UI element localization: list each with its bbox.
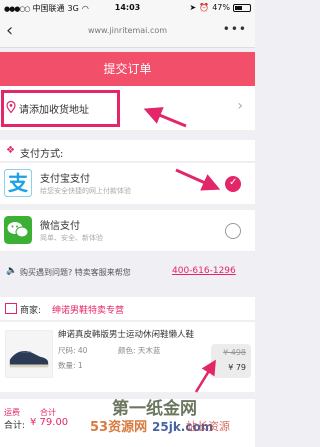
payment-option-wechat[interactable]: 微信支付 简单、安全、新体验 <box>0 210 255 252</box>
wechat-icon <box>4 216 32 244</box>
product-color: 颜色: 天木蓝 <box>118 346 161 355</box>
product-title: 绅诺真皮韩版男士运动休闲鞋懒人鞋 <box>58 330 195 340</box>
location-pin-icon <box>6 101 16 113</box>
store-name[interactable]: 绅诺男鞋特卖专营 <box>52 303 124 316</box>
alipay-icon: 支 <box>4 169 32 197</box>
status-right: ➤ ⏰ 47% <box>190 3 251 12</box>
customer-service-phone[interactable]: 400-616-1296 <box>172 266 236 276</box>
address-label: 请添加收货地址 <box>19 105 89 116</box>
payment-option-desc: 给您安全快捷的网上付款体验 <box>40 187 131 195</box>
battery-percent: 47% <box>212 3 230 12</box>
product-size: 尺码: 40 <box>58 346 88 355</box>
more-dots-icon[interactable]: ••• <box>223 22 247 36</box>
radio-checked-icon[interactable]: ✓ <box>225 176 241 192</box>
payment-option-alipay[interactable]: 支 支付宝支付 给您安全快捷的网上付款体验 ✓ <box>0 163 255 205</box>
page-title: 提交订单 <box>0 52 255 86</box>
sale-price: ¥ 79 <box>228 363 246 372</box>
store-icon <box>5 303 17 314</box>
speaker-icon: 🔈 <box>6 266 18 276</box>
alarm-icon: ⏰ <box>199 3 210 12</box>
payment-method-icon: ❖ <box>6 145 15 156</box>
product-thumbnail <box>5 330 53 378</box>
page-url: www.jinritemai.com <box>87 26 168 35</box>
location-arrow-icon: ➤ <box>189 3 197 12</box>
merchant-label: 商家: <box>20 306 42 316</box>
help-row: 🔈 购买遇到问题? 特卖客服来帮您 400-616-1296 <box>0 256 255 288</box>
price-box: ¥ 498 ¥ 79 <box>211 344 251 378</box>
address-row[interactable]: 请添加收货地址 › <box>0 86 255 130</box>
browser-nav-bar: ‹ www.jinritemai.com ••• <box>0 16 255 48</box>
status-bar: ●●●○○ 中国联通 3G ◠ 14:03 ➤ ⏰ 47% <box>0 0 255 16</box>
merchant-row[interactable]: 商家: 绅诺男鞋特卖专营 <box>0 297 255 321</box>
payment-heading: 支付方式: <box>20 149 64 160</box>
payment-option-name: 微信支付 <box>40 221 80 232</box>
total-amount: ¥ 79.00 <box>30 417 69 428</box>
product-quantity: 数量: 1 <box>58 361 83 370</box>
payment-option-desc: 简单、安全、新体验 <box>40 234 103 242</box>
payment-heading-row: ❖ 支付方式: <box>0 140 255 162</box>
total-label: 合计: <box>4 421 26 431</box>
payment-option-name: 支付宝支付 <box>40 174 90 185</box>
shipping-label: 运费 <box>4 408 20 417</box>
battery-icon <box>233 3 251 12</box>
order-total-bar: 运费 合计 合计: ¥ 79.00 <box>0 398 255 447</box>
product-item[interactable]: 绅诺真皮韩版男士运动休闲鞋懒人鞋 尺码: 40 颜色: 天木蓝 数量: 1 ¥ … <box>0 322 255 392</box>
chevron-right-icon: › <box>237 98 243 114</box>
radio-unchecked-icon[interactable] <box>225 223 241 239</box>
svg-text:支: 支 <box>8 171 29 195</box>
help-text: 购买遇到问题? 特卖客服来帮您 <box>20 268 131 277</box>
original-price: ¥ 498 <box>223 348 246 357</box>
